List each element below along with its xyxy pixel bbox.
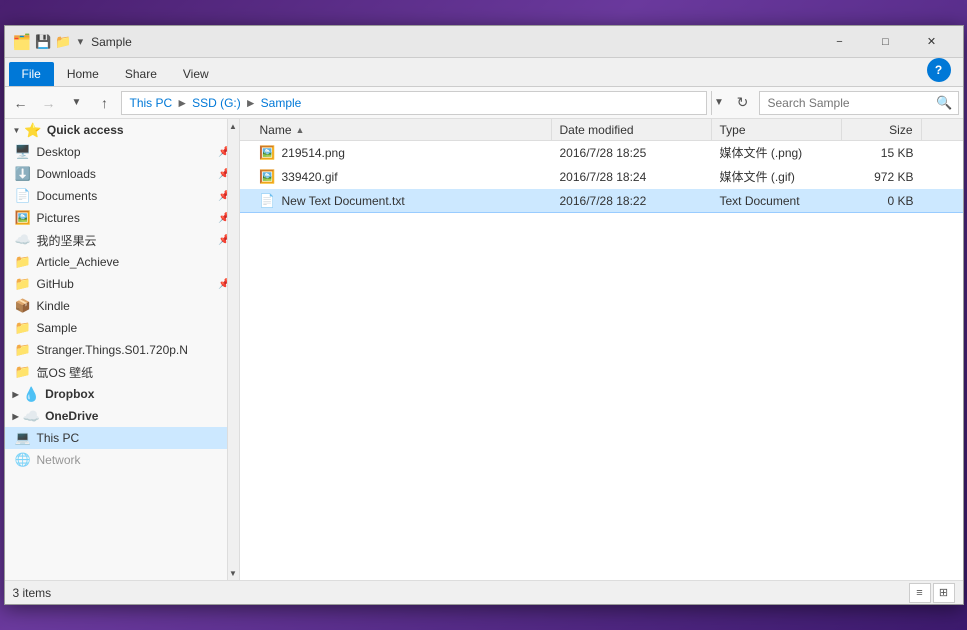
sidebar-item-sample[interactable]: 📁 Sample — [5, 317, 239, 339]
downloads-icon: ⬇️ — [15, 166, 31, 182]
dropbox-header[interactable]: ▶ 💧 Dropbox — [5, 383, 239, 405]
back-button[interactable]: ← — [9, 91, 33, 115]
breadcrumb-dropdown-button[interactable]: ▼ — [711, 91, 727, 115]
address-bar: ← → ▼ ↑ This PC ► SSD (G:) ► Sample ▼ ↻ … — [5, 87, 963, 119]
sidebar-item-documents[interactable]: 📄 Documents 📌 — [5, 185, 239, 207]
qios-icon: 📁 — [15, 364, 31, 380]
file-explorer-window: 🗂️ 💾 📁 ▾ Sample − □ ✕ File Home Share Vi… — [4, 25, 964, 605]
file-size-3: 0 KB — [842, 194, 922, 208]
article-icon: 📁 — [15, 254, 31, 270]
quick-access-label: Quick access — [47, 123, 124, 137]
sidebar-item-thispc[interactable]: 💻 This PC — [5, 427, 239, 449]
file-size-1: 15 KB — [842, 146, 922, 160]
thispc-icon: 💻 — [15, 430, 31, 446]
breadcrumb-ssd[interactable]: SSD (G:) — [192, 96, 241, 110]
maximize-button[interactable]: □ — [863, 26, 909, 58]
file-type-2: 媒体文件 (.gif) — [712, 168, 842, 185]
documents-icon: 📄 — [15, 188, 31, 204]
dropbox-chevron: ▶ — [13, 390, 19, 399]
file-icon-png: 🖼️ — [260, 145, 276, 161]
desktop-icon: 🖥️ — [15, 144, 31, 160]
quick-access-header[interactable]: ▼ ⭐ Quick access — [5, 119, 239, 141]
breadcrumb-sample[interactable]: Sample — [261, 96, 302, 110]
window-controls: − □ ✕ — [817, 26, 955, 58]
up-button[interactable]: ↑ — [93, 91, 117, 115]
breadcrumb[interactable]: This PC ► SSD (G:) ► Sample — [121, 91, 707, 115]
file-date-1: 2016/7/28 18:25 — [552, 146, 712, 160]
sidebar-item-jianguo[interactable]: ☁️ 我的坚果云 📌 — [5, 229, 239, 251]
ribbon: File Home Share View ? — [5, 58, 963, 87]
file-area: Name ▲ Date modified Type Size � — [240, 119, 963, 580]
search-wrapper: 🔍 — [759, 91, 959, 115]
table-row[interactable]: 📄 New Text Document.txt 2016/7/28 18:22 … — [240, 189, 963, 213]
minimize-button[interactable]: − — [817, 26, 863, 58]
stranger-icon: 📁 — [15, 342, 31, 358]
sidebar-item-article[interactable]: 📁 Article_Achieve — [5, 251, 239, 273]
file-list: 🖼️ 219514.png 2016/7/28 18:25 媒体文件 (.png… — [240, 141, 963, 580]
details-view-button[interactable]: ≡ — [909, 583, 931, 603]
jianguo-icon: ☁️ — [15, 232, 31, 248]
refresh-button[interactable]: ↻ — [731, 91, 755, 115]
file-size-2: 972 KB — [842, 170, 922, 184]
tab-home[interactable]: Home — [54, 62, 112, 86]
sidebar-item-desktop[interactable]: 🖥️ Desktop 📌 — [5, 141, 239, 163]
sidebar-item-pictures[interactable]: 🖼️ Pictures 📌 — [5, 207, 239, 229]
breadcrumb-thispc[interactable]: This PC — [130, 96, 173, 110]
file-type-1: 媒体文件 (.png) — [712, 144, 842, 161]
col-header-size[interactable]: Size — [842, 119, 922, 140]
table-row[interactable]: 🖼️ 339420.gif 2016/7/28 18:24 媒体文件 (.gif… — [240, 165, 963, 189]
file-name-2: 🖼️ 339420.gif — [252, 169, 552, 185]
sidebar-item-network[interactable]: 🌐 Network — [5, 449, 239, 471]
search-input[interactable] — [759, 91, 959, 115]
tab-view[interactable]: View — [170, 62, 222, 86]
file-date-2: 2016/7/28 18:24 — [552, 170, 712, 184]
file-name-3: 📄 New Text Document.txt — [252, 193, 552, 209]
kindle-icon: 📦 — [15, 298, 31, 314]
file-type-3: Text Document — [712, 194, 842, 208]
sidebar-scroll-up[interactable]: ▲ — [228, 119, 239, 133]
quick-access-chevron: ▼ — [13, 126, 21, 135]
view-controls: ≡ ⊞ — [909, 583, 955, 603]
forward-button[interactable]: → — [37, 91, 61, 115]
sidebar-item-stranger[interactable]: 📁 Stranger.Things.S01.720p.N — [5, 339, 239, 361]
col-header-name[interactable]: Name ▲ — [252, 119, 552, 140]
sort-arrow: ▲ — [296, 125, 305, 135]
file-name-1: 🖼️ 219514.png — [252, 145, 552, 161]
sidebar-item-github[interactable]: 📁 GitHub 📌 — [5, 273, 239, 295]
help-button[interactable]: ? — [927, 58, 951, 82]
onedrive-header[interactable]: ▶ ☁️ OneDrive — [5, 405, 239, 427]
sidebar: ▲ ▼ ▼ ⭐ Quick access 🖥️ Desktop 📌 ⬇️ Dow… — [5, 119, 240, 580]
title-bar: 🗂️ 💾 📁 ▾ Sample − □ ✕ — [5, 26, 963, 58]
tab-share[interactable]: Share — [112, 62, 170, 86]
title-icons: 🗂️ 💾 📁 ▾ — [13, 33, 84, 51]
file-icon-txt: 📄 — [260, 193, 276, 209]
pictures-icon: 🖼️ — [15, 210, 31, 226]
tab-file[interactable]: File — [9, 62, 54, 86]
network-icon: 🌐 — [15, 452, 31, 468]
item-count: 3 items — [13, 586, 52, 600]
sidebar-item-kindle[interactable]: 📦 Kindle — [5, 295, 239, 317]
window-title: Sample — [91, 35, 816, 49]
col-header-type[interactable]: Type — [712, 119, 842, 140]
table-row[interactable]: 🖼️ 219514.png 2016/7/28 18:25 媒体文件 (.png… — [240, 141, 963, 165]
status-bar: 3 items ≡ ⊞ — [5, 580, 963, 604]
file-list-header: Name ▲ Date modified Type Size — [240, 119, 963, 141]
sidebar-item-qios[interactable]: 📁 氙OS 壁纸 — [5, 361, 239, 383]
main-content: ▲ ▼ ▼ ⭐ Quick access 🖥️ Desktop 📌 ⬇️ Dow… — [5, 119, 963, 580]
sample-icon: 📁 — [15, 320, 31, 336]
file-icon-gif: 🖼️ — [260, 169, 276, 185]
file-date-3: 2016/7/28 18:22 — [552, 194, 712, 208]
ribbon-tabs: File Home Share View ? — [5, 58, 963, 86]
onedrive-chevron: ▶ — [13, 412, 19, 421]
col-header-date[interactable]: Date modified — [552, 119, 712, 140]
sidebar-scroll-down[interactable]: ▼ — [228, 566, 239, 580]
close-button[interactable]: ✕ — [909, 26, 955, 58]
recent-locations-button[interactable]: ▼ — [65, 91, 89, 115]
github-icon: 📁 — [15, 276, 31, 292]
sidebar-item-downloads[interactable]: ⬇️ Downloads 📌 — [5, 163, 239, 185]
icons-view-button[interactable]: ⊞ — [933, 583, 955, 603]
